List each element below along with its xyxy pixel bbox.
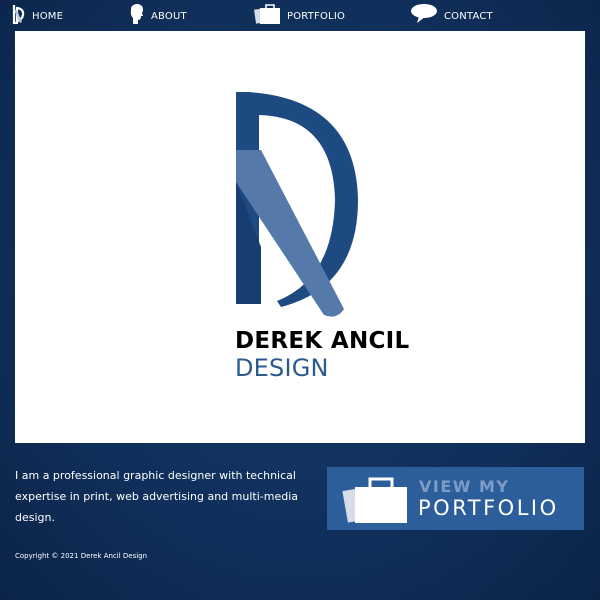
speech-bubble-icon: [410, 3, 438, 29]
briefcase-icon: [341, 475, 411, 529]
brand-name: DEREK ANCIL: [235, 328, 410, 354]
nav-portfolio-label: PORTFOLIO: [287, 10, 346, 22]
nav-about[interactable]: ABOUT: [129, 4, 187, 28]
cta-line-1: VIEW MY: [419, 477, 510, 496]
view-portfolio-button[interactable]: VIEW MY PORTFOLIO: [327, 467, 584, 530]
hero-panel: DEREK ANCIL DESIGN: [15, 31, 585, 443]
nav-about-label: ABOUT: [151, 10, 187, 22]
cta-line-2: PORTFOLIO: [418, 496, 559, 520]
brand-subtitle: DESIGN: [235, 354, 329, 382]
nav-home[interactable]: HOME: [12, 4, 63, 28]
top-nav: HOME ABOUT PORTFOLIO CONTACT: [0, 0, 600, 32]
briefcase-icon: [254, 3, 281, 29]
nav-contact[interactable]: CONTACT: [410, 4, 493, 28]
nav-contact-label: CONTACT: [444, 10, 493, 22]
nav-home-label: HOME: [32, 10, 64, 22]
copyright-text: Copyright © 2021 Derek Ancil Design: [15, 552, 148, 560]
nav-portfolio[interactable]: PORTFOLIO: [254, 4, 345, 28]
intro-text: I am a professional graphic designer wit…: [15, 469, 298, 524]
logo-icon: [12, 4, 26, 28]
head-icon: [129, 3, 145, 29]
